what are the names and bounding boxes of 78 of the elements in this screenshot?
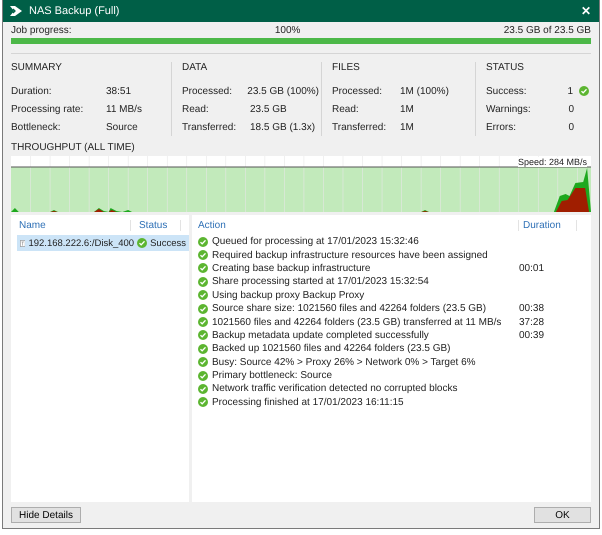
window-title: NAS Backup (Full) xyxy=(29,5,120,17)
stat-value: 1M xyxy=(400,104,415,114)
action-duration: 00:01 xyxy=(519,262,544,274)
action-duration: 37:28 xyxy=(519,316,544,328)
object-status: Success xyxy=(150,238,186,248)
stat-value: 1 xyxy=(566,86,573,96)
success-icon xyxy=(579,86,589,96)
success-icon xyxy=(198,263,208,274)
stat-label: Processed: xyxy=(182,86,234,96)
success-icon xyxy=(198,384,208,394)
action-text: Backup metadata update completed successfully xyxy=(212,330,430,341)
column-header[interactable]: Action xyxy=(192,220,519,230)
success-icon xyxy=(198,276,208,287)
progress-amount: 23.5 GB of 23.5 GB xyxy=(504,25,591,36)
success-icon xyxy=(198,290,208,300)
action-text: Network traffic verification detected no corrupted blocks xyxy=(212,383,458,394)
stat-label: Errors: xyxy=(486,122,517,132)
stat-label: Read: xyxy=(182,104,210,114)
action-text: 1021560 files and 42264 folders (23.5 GB) transferred at 11 MB/s xyxy=(212,316,502,328)
stat-label: Duration: xyxy=(11,86,53,96)
app-logo-icon xyxy=(9,4,23,18)
stat-value: 0 xyxy=(567,104,574,114)
progress-label: Job progress: xyxy=(11,25,72,36)
stat-value: 1M xyxy=(400,122,415,132)
column-header[interactable]: Name xyxy=(11,220,131,230)
stat-value: 23.5 GB (100%) xyxy=(247,86,319,96)
stat-label: Read: xyxy=(332,104,360,114)
stat-label: Transferred: xyxy=(332,122,388,132)
hide-details-button[interactable]: Hide Details xyxy=(11,507,81,523)
stat-label: Warnings: xyxy=(486,104,532,114)
action-text: Queued for processing at 17/01/2023 15:32:46 xyxy=(212,236,420,248)
file-share-icon xyxy=(20,238,26,248)
column-header[interactable]: Duration xyxy=(519,220,577,230)
success-icon xyxy=(137,238,148,248)
ok-button[interactable]: OK xyxy=(534,507,591,523)
action-text: Creating base backup infrastructure xyxy=(212,262,372,274)
progress-percent: 100% xyxy=(274,25,300,36)
stat-value: 11 MB/s xyxy=(106,104,143,114)
action-text: Busy: Source 42% > Proxy 26% > Network 0% > Target 6% xyxy=(212,356,477,368)
section-title: THROUGHPUT (ALL TIME) xyxy=(11,142,136,153)
stat-value: 38:51 xyxy=(106,86,132,96)
action-text: Processing finished at 17/01/2023 16:11:15 xyxy=(212,396,405,408)
stat-value: 1M (100%) xyxy=(400,86,450,96)
close-button[interactable]: ✕ xyxy=(579,4,593,18)
section-title: STATUS xyxy=(486,62,525,75)
action-duration: 00:39 xyxy=(519,330,544,341)
section-title: SUMMARY xyxy=(11,62,63,75)
stat-label: Transferred: xyxy=(182,122,238,132)
object-row[interactable]: 192.168.222.6:/Disk_400 Success xyxy=(17,235,189,251)
stat-label: Bottleneck: xyxy=(11,122,62,132)
object-name: 192.168.222.6:/Disk_400 xyxy=(28,238,134,248)
success-icon xyxy=(198,250,208,260)
success-icon xyxy=(198,317,208,328)
success-icon xyxy=(198,357,208,368)
speed-label: Speed: 284 MB/s xyxy=(518,157,587,167)
action-text: Primary bottleneck: Source xyxy=(212,370,334,382)
action-duration: 00:38 xyxy=(519,303,544,314)
stat-value: 23.5 GB xyxy=(250,104,288,114)
column-header[interactable]: Status xyxy=(131,220,181,230)
success-icon xyxy=(198,370,208,381)
stat-label: Processed: xyxy=(332,86,384,96)
section-title: FILES xyxy=(332,62,361,75)
success-icon xyxy=(198,344,208,354)
stat-label: Success: xyxy=(486,86,528,96)
action-text: Backed up 1021560 files and 42264 folders (23.5 GB) xyxy=(212,343,452,354)
success-icon xyxy=(198,330,208,340)
success-icon xyxy=(198,397,208,408)
stat-label: Processing rate: xyxy=(11,104,84,114)
success-icon xyxy=(198,304,208,314)
action-text: Required backup infrastructure resources have been assigned xyxy=(212,250,489,261)
success-icon xyxy=(198,236,208,247)
stat-value: 0 xyxy=(567,122,574,132)
action-text: Source share size: 1021560 files and 42264 folders (23.5 GB) xyxy=(212,303,488,314)
stat-value: 18.5 GB (1.3x) xyxy=(250,122,316,132)
stat-value: Source xyxy=(106,122,139,132)
action-text: Share processing started at 17/01/2023 15:32:54 xyxy=(212,276,430,288)
section-title: DATA xyxy=(182,62,208,75)
action-text: Using backup proxy Backup Proxy xyxy=(212,290,366,301)
